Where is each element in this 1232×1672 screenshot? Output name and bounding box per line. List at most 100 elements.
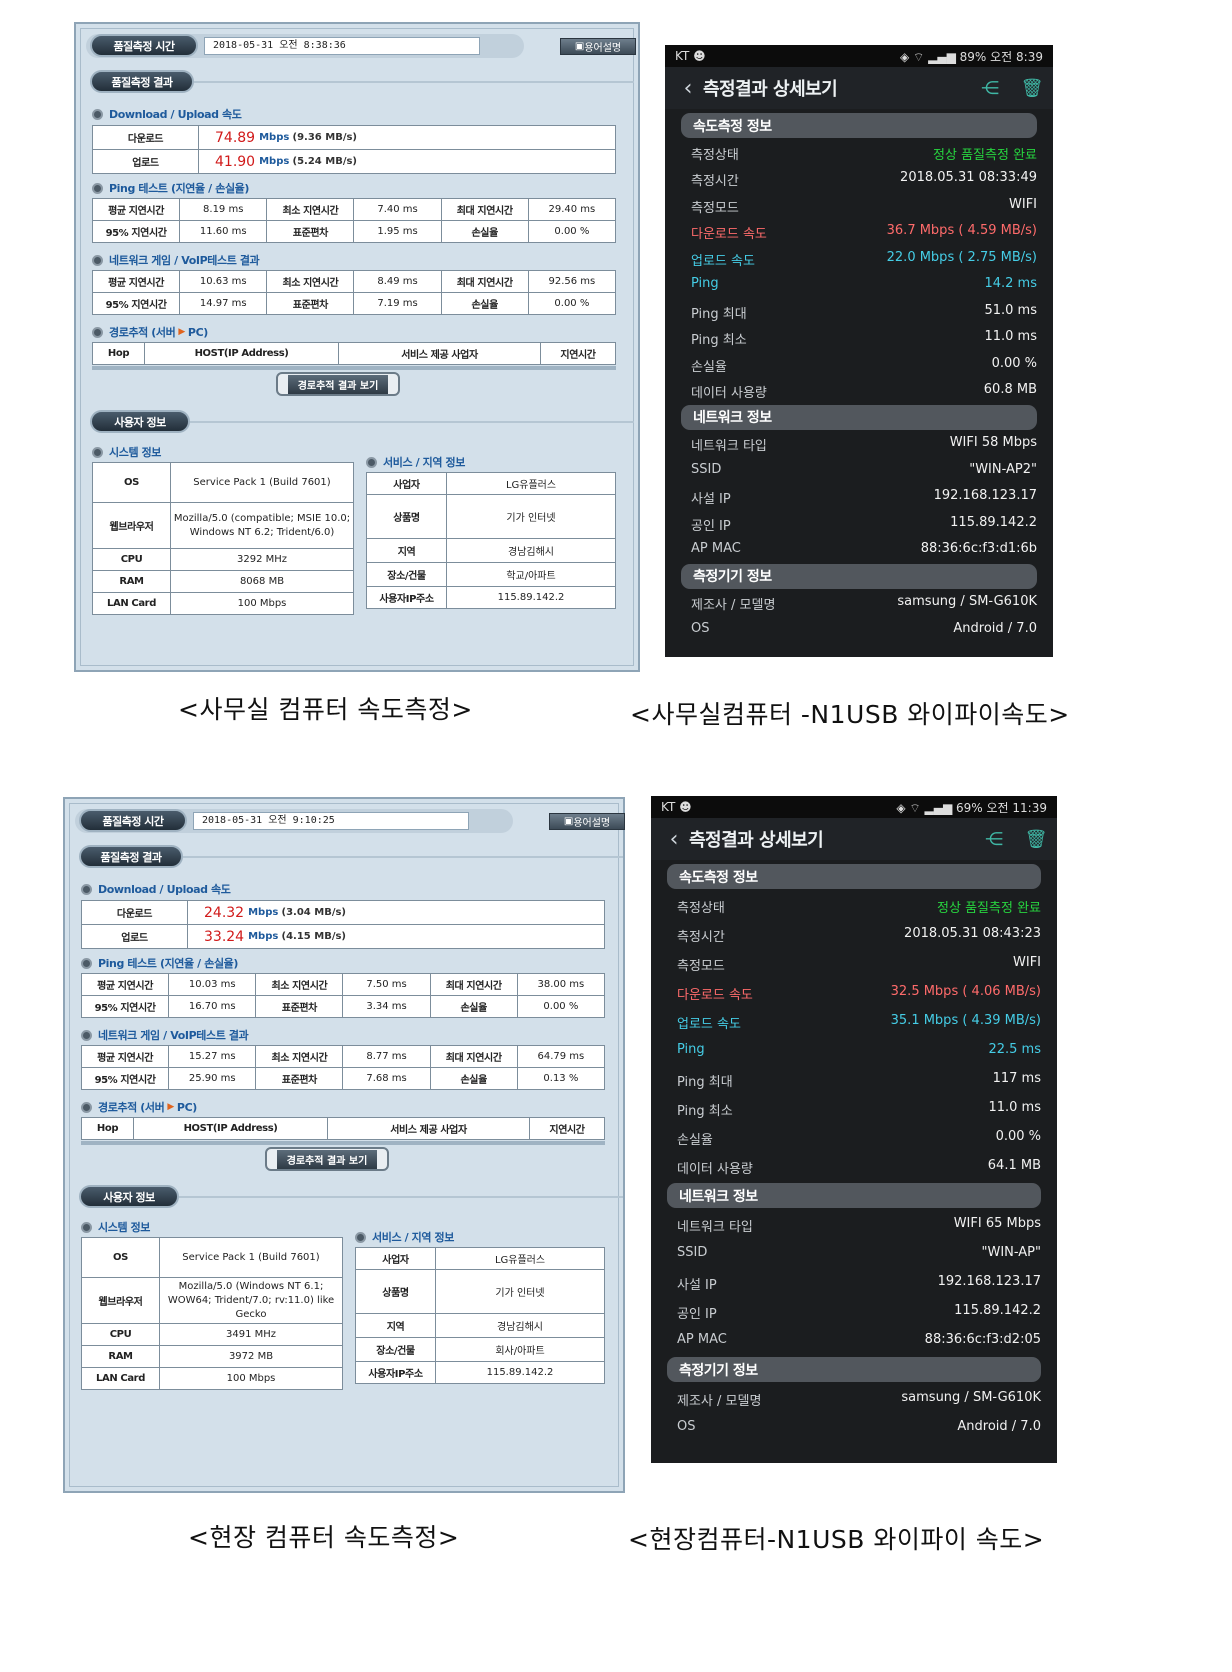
download-cell: 24.32 Mbps (3.04 MB/s) xyxy=(187,900,605,925)
ping-loss: 0.00 % xyxy=(527,220,617,243)
help-button[interactable]: ▣ 용어설명 xyxy=(560,38,636,55)
carrier: KT ☻ xyxy=(675,49,706,63)
voip-avg: 10.63 ms xyxy=(179,270,268,293)
region-value: 경남김해시 xyxy=(446,538,616,563)
cpu-value: 3292 MHz xyxy=(170,548,354,571)
voip-std: 7.19 ms xyxy=(353,292,442,315)
label-time: 측정시간 xyxy=(691,174,739,189)
browser-value: Mozilla/5.0 (Windows NT 6.1; WOW64; Trid… xyxy=(159,1277,343,1324)
value-ping-min: 11.0 ms xyxy=(988,1100,1041,1115)
row-ping-min: Ping 최소 11.0 ms xyxy=(677,1100,1041,1119)
label-state: 측정상태 xyxy=(677,901,725,916)
caption-site-phone: <현장컴퓨터-N1USB 와이파이 속도> xyxy=(628,1525,1045,1554)
help-label: 용어설명 xyxy=(573,818,611,829)
ip-value: 115.89.142.2 xyxy=(435,1361,605,1384)
route-scrollbar[interactable] xyxy=(81,1141,605,1145)
back-icon[interactable]: ‹ xyxy=(659,827,689,852)
download-value: 74.89 xyxy=(215,129,256,146)
chat-icon: ☻ xyxy=(693,49,706,63)
system-title: 시스템 정보 xyxy=(92,444,161,460)
value-ping-max: 51.0 ms xyxy=(984,302,1037,318)
ping-title: Ping 테스트 (지연율 / 손실율) xyxy=(92,180,249,196)
route-scrollbar[interactable] xyxy=(92,366,616,370)
caption-office-web: <사무실 컴퓨터 속도측정> xyxy=(178,695,473,724)
section-network-section: 네트워크 정보 xyxy=(681,404,1037,430)
row-mode: 측정모드 WIFI xyxy=(677,955,1041,974)
route-title: 경로추적 (서버 ▶ PC) xyxy=(92,324,208,340)
os-value: Service Pack 1 (Build 7601) xyxy=(170,462,354,503)
ping-std: 3.34 ms xyxy=(342,995,431,1018)
screen-title: 측정결과 상세보기 xyxy=(689,830,824,851)
route-result-button[interactable]: 경로추적 결과 보기 xyxy=(276,372,400,396)
row-upload: 업로드 속도 22.0 Mbps ( 2.75 MB/s) xyxy=(691,250,1037,269)
route-title: 경로추적 (서버 ▶ PC) xyxy=(81,1099,197,1115)
share-icon[interactable]: ⋲ xyxy=(973,829,1015,850)
voip-table: 평균 지연시간 15.27 ms 최소 지연시간 8.77 ms 최대 지연시간 64.7… xyxy=(80,1045,606,1090)
trash-icon[interactable]: 🗑 xyxy=(1015,829,1057,850)
upload-value: 33.24 xyxy=(204,928,245,945)
speed-table: 다운로드 74.89 Mbps (9.36 MB/s) 업로드 41.90 Mbps… xyxy=(92,125,616,174)
download-value: 24.32 xyxy=(204,904,245,921)
status-right: ◈ ⌔ ▂▄▆ 69% 오전 11:39 xyxy=(896,800,1047,815)
voip-loss: 0.00 % xyxy=(527,292,617,315)
bullet-icon xyxy=(81,883,92,895)
voip-title: 네트워크 게임 / VoIP테스트 결과 xyxy=(92,252,260,268)
back-icon[interactable]: ‹ xyxy=(673,76,703,101)
value-ping: 22.5 ms xyxy=(988,1042,1041,1057)
row-private-ip: 사설 IP 192.168.123.17 xyxy=(677,1274,1041,1293)
app-bar: ‹ 측정결과 상세보기 ⋲ 🗑 xyxy=(651,818,1057,860)
value-ap-mac: 88:36:6c:f3:d1:6b xyxy=(920,541,1037,556)
value-ssid: "WIN-AP" xyxy=(981,1245,1041,1260)
row-maker: 제조사 / 모델명 samsung / SM-G610K xyxy=(691,594,1037,613)
voip-min: 8.77 ms xyxy=(342,1045,431,1068)
label-os: OS xyxy=(691,620,710,636)
divider xyxy=(183,856,623,858)
trash-icon[interactable]: 🗑 xyxy=(1011,78,1053,99)
row-state: 측정상태 정상 품질측정 완료 xyxy=(677,897,1041,916)
ping-title: Ping 테스트 (지연율 / 손실율) xyxy=(81,955,238,971)
value-state: 정상 품질측정 완료 xyxy=(933,147,1037,163)
download-cell: 74.89 Mbps (9.36 MB/s) xyxy=(198,125,616,150)
voip-p95: 14.97 ms xyxy=(179,292,268,315)
ping-table: 평균 지연시간 10.03 ms 최소 지연시간 7.50 ms 최대 지연시간 38.0… xyxy=(80,973,606,1018)
bullet-icon xyxy=(92,182,103,194)
value-download: 36.7 Mbps ( 4.59 MB/s) xyxy=(886,223,1037,238)
status-bar: KT ☻ ◈ ⌔ ▂▄▆ 89% 오전 8:39 xyxy=(665,45,1053,67)
value-time: 2018.05.31 08:43:23 xyxy=(904,926,1041,941)
speedtest-panel: 품질측정 시간 2018-05-31 오전 9:10:25 ▣ 용어설명 품질측… xyxy=(63,797,625,1493)
label-ping-min: Ping 최소 xyxy=(691,333,747,348)
row-net-type: 네트워크 타입 WIFI 65 Mbps xyxy=(677,1216,1041,1235)
service-title: 서비스 / 지역 정보 xyxy=(366,454,465,470)
label-public-ip: 공인 IP xyxy=(677,1307,717,1322)
value-public-ip: 115.89.142.2 xyxy=(954,1303,1041,1318)
label-ping-max: Ping 최대 xyxy=(677,1075,733,1090)
section-speed-section: 속도측정 정보 xyxy=(681,113,1037,138)
result-title: 품질측정 결과 xyxy=(79,845,183,868)
row-mode: 측정모드 WIFI xyxy=(691,197,1037,216)
label-mode: 측정모드 xyxy=(677,959,725,974)
share-icon[interactable]: ⋲ xyxy=(969,78,1011,99)
value-ping-min: 11.0 ms xyxy=(984,329,1037,344)
download-label: 다운로드 xyxy=(81,900,188,925)
label-time: 측정시간 xyxy=(677,930,725,945)
value-ping: 14.2 ms xyxy=(984,276,1037,291)
row-net-type: 네트워크 타입 WIFI 58 Mbps xyxy=(691,435,1037,454)
divider xyxy=(179,1196,623,1198)
value-time: 2018.05.31 08:33:49 xyxy=(900,170,1037,185)
value-upload: 22.0 Mbps ( 2.75 MB/s) xyxy=(886,249,1037,265)
route-result-button[interactable]: 경로추적 결과 보기 xyxy=(265,1147,389,1171)
row-ap-mac: AP MAC 88:36:6c:f3:d2:05 xyxy=(677,1332,1041,1347)
ping-max: 38.00 ms xyxy=(516,973,606,996)
caption-office-phone: <사무실컴퓨터 -N1USB 와이파이속도> xyxy=(630,700,1070,729)
status-bar: KT ☻ ◈ ⌔ ▂▄▆ 69% 오전 11:39 xyxy=(651,796,1057,818)
row-ssid: SSID "WIN-AP2" xyxy=(691,462,1037,477)
product-value: 기가 인터넷 xyxy=(446,494,616,539)
voip-max: 92.56 ms xyxy=(527,270,617,293)
help-button[interactable]: ▣ 용어설명 xyxy=(549,813,625,830)
value-public-ip: 115.89.142.2 xyxy=(950,514,1037,530)
label-download: 다운로드 속도 xyxy=(691,227,767,242)
place-value: 학교/아파트 xyxy=(446,562,616,587)
system-table: OS Service Pack 1 (Build 7601) 웹브라우저 Mozil… xyxy=(92,462,354,615)
ping-std: 1.95 ms xyxy=(353,220,442,243)
voip-std: 7.68 ms xyxy=(342,1067,431,1090)
